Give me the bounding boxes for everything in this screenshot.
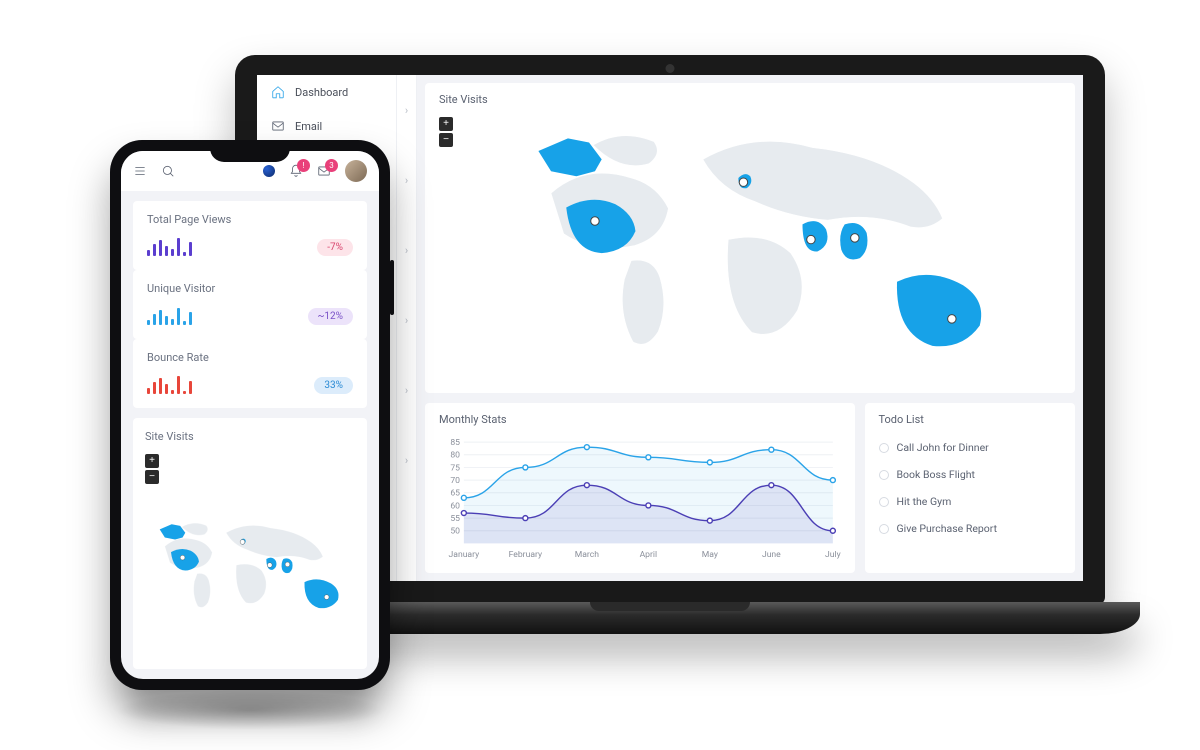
svg-text:June: June <box>762 550 781 560</box>
chevron-right-icon[interactable]: › <box>397 425 416 495</box>
radio-icon <box>879 524 889 534</box>
stat-title: Unique Visitor <box>147 282 353 295</box>
svg-text:75: 75 <box>450 463 460 473</box>
radio-icon <box>879 470 889 480</box>
todo-label: Give Purchase Report <box>897 522 998 535</box>
svg-text:70: 70 <box>450 476 460 486</box>
svg-text:January: January <box>449 550 480 560</box>
card-title: Site Visits <box>439 93 1061 106</box>
laptop-row-2: Monthly Stats 50 55 60 65 70 75 80 85 January Feb… <box>425 403 1075 573</box>
zoom-out-button[interactable]: − <box>439 133 453 147</box>
stat-title: Total Page Views <box>147 213 353 226</box>
phone-header: ! 3 <box>121 151 379 191</box>
monthly-stats-chart[interactable]: 50 55 60 65 70 75 80 85 January February March Apri… <box>439 434 841 563</box>
radio-icon <box>879 443 889 453</box>
svg-text:March: March <box>575 550 600 560</box>
mail-icon[interactable]: 3 <box>317 164 331 178</box>
card-title: Todo List <box>879 413 1062 426</box>
svg-text:50: 50 <box>450 527 460 537</box>
card-title: Site Visits <box>145 430 355 443</box>
mail-badge: 3 <box>325 159 338 172</box>
map-zoom-controls: + − <box>439 117 453 149</box>
change-chip: -7% <box>317 239 353 256</box>
todo-label: Call John for Dinner <box>897 441 989 454</box>
sparkline-icon <box>147 374 192 394</box>
stat-title: Bounce Rate <box>147 351 353 364</box>
menu-icon[interactable] <box>133 164 147 178</box>
stat-card: Total Page Views -7% <box>133 201 367 270</box>
change-chip: 33% <box>314 377 353 394</box>
phone-body: Total Page Views -7% Unique Visitor ~12%… <box>121 191 379 679</box>
todo-item[interactable]: Book Boss Flight <box>879 461 1062 488</box>
chevron-right-icon[interactable]: › <box>397 355 416 425</box>
chevron-right-icon[interactable]: › <box>397 145 416 215</box>
phone-site-visits-card: Site Visits + − <box>133 418 367 669</box>
change-chip: ~12% <box>308 308 353 325</box>
laptop-main: Site Visits + − <box>417 75 1083 581</box>
world-map[interactable] <box>459 113 1065 383</box>
todo-list-card: Todo List Call John for Dinner Book Boss … <box>865 403 1076 573</box>
chevron-right-icon[interactable]: › <box>397 75 416 145</box>
monthly-stats-card: Monthly Stats 50 55 60 65 70 75 80 85 January Feb… <box>425 403 855 573</box>
svg-text:85: 85 <box>450 438 460 448</box>
sidebar-item-email[interactable]: Email <box>257 109 396 143</box>
card-title: Monthly Stats <box>439 413 841 426</box>
site-visits-card: Site Visits + − <box>425 83 1075 393</box>
sidebar-collapse-column: › › › › › › <box>397 75 417 581</box>
svg-text:60: 60 <box>450 501 460 511</box>
phone-screen: ! 3 Total Page Views -7% Unique Visitor … <box>121 151 379 679</box>
bell-badge: ! <box>297 159 310 172</box>
svg-text:80: 80 <box>450 451 460 461</box>
phone-shadow <box>115 690 385 730</box>
zoom-in-button[interactable]: + <box>439 117 453 131</box>
sidebar-item-dashboard[interactable]: Dashboard <box>257 75 396 109</box>
world-map-small[interactable] <box>141 476 359 661</box>
mail-icon <box>271 119 285 133</box>
svg-text:May: May <box>702 550 718 560</box>
stat-card: Unique Visitor ~12% <box>133 270 367 339</box>
todo-item[interactable]: Give Purchase Report <box>879 515 1062 542</box>
radio-icon <box>879 497 889 507</box>
sparkline-icon <box>147 305 192 325</box>
stat-card: Bounce Rate 33% <box>133 339 367 408</box>
svg-text:February: February <box>509 550 542 560</box>
todo-label: Book Boss Flight <box>897 468 975 481</box>
home-icon <box>271 85 285 99</box>
svg-text:April: April <box>640 550 658 560</box>
sidebar-label: Email <box>295 120 322 133</box>
status-dot <box>263 165 275 177</box>
todo-item[interactable]: Hit the Gym <box>879 488 1062 515</box>
sidebar-label: Dashboard <box>295 86 348 99</box>
chevron-right-icon[interactable]: › <box>397 215 416 285</box>
todo-label: Hit the Gym <box>897 495 952 508</box>
zoom-in-button[interactable]: + <box>145 454 159 468</box>
todo-item[interactable]: Call John for Dinner <box>879 434 1062 461</box>
svg-text:55: 55 <box>450 514 460 524</box>
bell-icon[interactable]: ! <box>289 164 303 178</box>
sparkline-icon <box>147 236 192 256</box>
phone-frame: ! 3 Total Page Views -7% Unique Visitor … <box>110 140 390 690</box>
chevron-right-icon[interactable]: › <box>397 285 416 355</box>
avatar[interactable] <box>345 160 367 182</box>
svg-text:65: 65 <box>450 489 460 499</box>
svg-text:July: July <box>825 550 840 560</box>
search-icon[interactable] <box>161 164 175 178</box>
